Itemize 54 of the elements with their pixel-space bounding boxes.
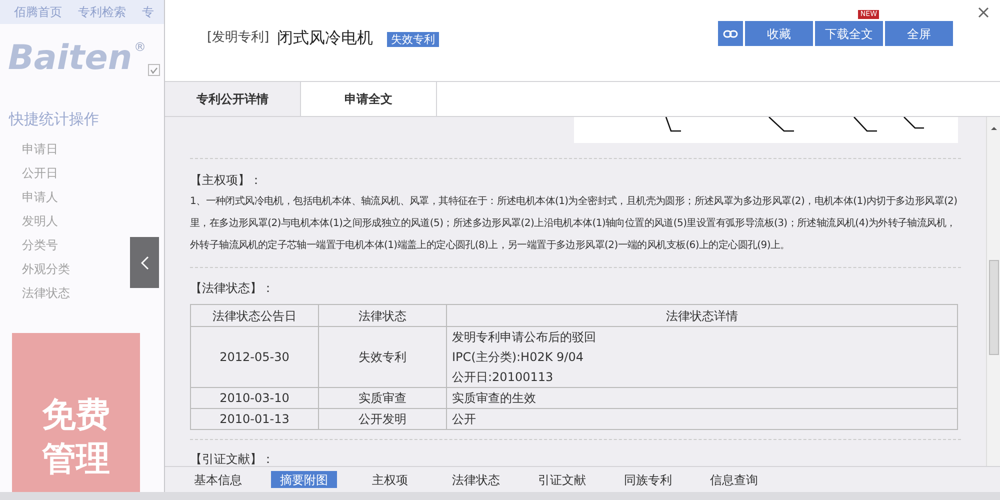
link-button[interactable] [718,21,743,46]
patent-type-label: [发明专利] [207,29,270,47]
section-nav-item[interactable]: 基本信息 [185,471,251,488]
sidebar-item[interactable]: 发明人 [22,208,164,232]
nav-link[interactable]: 专 [142,3,154,21]
section-nav-item[interactable]: 法律状态 [443,471,509,488]
scrollbar[interactable] [986,117,1000,466]
link-icon [723,30,738,38]
nav-link[interactable]: 专利检索 [78,3,126,21]
section-nav-item[interactable]: 信息查询 [701,471,767,488]
banner-text: 免费 [42,394,110,436]
table-cell-line: 实质审查的生效 [452,390,537,407]
table-cell-line: 公开日:20100113 [452,369,554,386]
tab[interactable]: 专利公开详情 [165,82,301,116]
collapse-button[interactable] [130,237,159,288]
table-cell-line: 公开 [452,411,477,428]
checkbox[interactable] [148,64,160,76]
patent-title: 闭式风冷电机 [277,27,374,49]
table-cell: 2010-01-13 [190,408,318,430]
section-heading: 【法律状态】： [190,280,275,297]
table-cell: 公开发明 [318,408,446,430]
checkmark-icon [150,66,158,74]
sidebar-item[interactable]: 外观分类 [22,256,164,280]
table-cell-line: IPC(主分类):H02K 9/04 [452,349,584,366]
sidebar-item[interactable]: 申请日 [22,136,164,160]
registered-mark: ® [134,39,146,56]
chevron-left-icon [140,256,148,270]
claims-text: 1、一种闭式风冷电机，包括电机本体、轴流风机、风罩，其特征在于：所述电机本体(1)为全密封式，且机壳为圆形；所述风罩为多边形风罩(2)，电机本体(1)内切于多边形风罩(2)里，在多边形风罩(2)与电机本体(1)之间形成独立的风道(5)；所述多边形风罩(2)上沿电机本体(1)轴向位置的风道(5)里设置有弧形导流板(3)；所述轴流风机(4)为外转子轴流风机，外转子轴流风机的定子芯轴一端置于电机本体(1)端盖上的定心圆孔(8)上，另一端置于多边形风罩(2)一端的风机支板(6)上的定心圆孔(9)上。 [190,194,958,253]
sidebar-item[interactable]: 分类号 [22,232,164,256]
column-header: 法律状态公告日 [190,304,318,326]
sidebar-title: 快捷统计操作 [8,109,100,130]
sidebar-item[interactable]: 法律状态 [22,280,164,304]
section-nav-item[interactable]: 主权项 [357,471,423,488]
logo: Baiten [8,38,132,78]
table-cell: 失效专利 [318,326,446,388]
close-icon[interactable] [978,7,989,18]
table-cell: 实质审查 [318,388,446,408]
section-heading: 【引证文献】： [190,451,275,466]
column-header: 法律状态详情 [446,304,958,326]
action-button[interactable]: 收藏 [745,21,813,46]
action-button[interactable]: 全屏 [885,21,953,46]
table-cell: 2010-03-10 [190,388,318,408]
table-cell-line: 发明专利申请公布后的驳回 [452,329,597,346]
section-nav-item[interactable]: 摘要附图 [271,471,337,488]
section-nav-item[interactable]: 同族专利 [615,471,681,488]
column-header: 法律状态 [318,304,446,326]
section-nav-item[interactable]: 引证文献 [529,471,595,488]
section-heading: 【主权项】： [190,172,263,189]
banner-text: 管理 [42,438,110,480]
sidebar-item[interactable]: 申请人 [22,184,164,208]
nav-link[interactable]: 佰腾首页 [14,3,62,21]
status-tag: 失效专利 [387,32,440,47]
sidebar-item[interactable]: 公开日 [22,160,164,184]
table-cell: 2012-05-30 [190,326,318,388]
